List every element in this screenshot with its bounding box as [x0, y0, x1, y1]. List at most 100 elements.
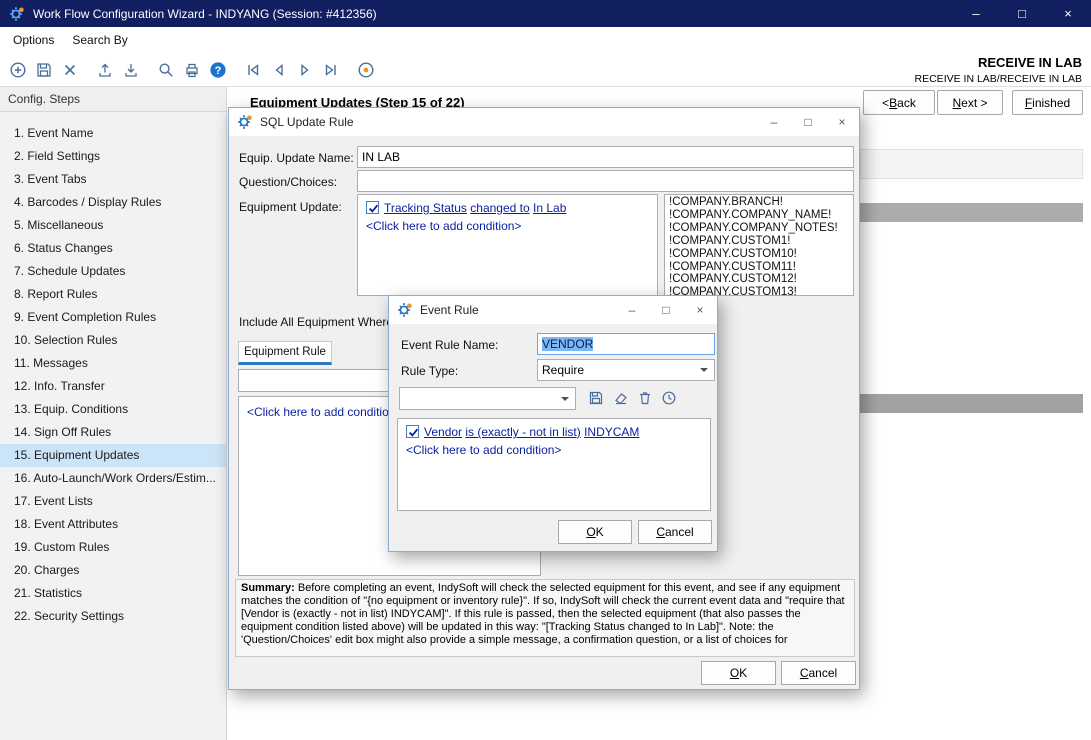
sidebar-item-schedule-updates[interactable]: 7. Schedule Updates: [0, 260, 226, 283]
sync-icon[interactable]: [353, 57, 379, 83]
search-icon[interactable]: [153, 57, 179, 83]
sidebar-item-report-rules[interactable]: 8. Report Rules: [0, 283, 226, 306]
background-grid-row: [860, 203, 1083, 222]
rule-field-link[interactable]: Tracking Status: [384, 201, 467, 215]
variable-item[interactable]: !COMPANY.CUSTOM10!: [669, 248, 849, 261]
cancel-button[interactable]: Cancel: [781, 661, 856, 685]
sidebar-item-miscellaneous[interactable]: 5. Miscellaneous: [0, 214, 226, 237]
question-choices-input[interactable]: [357, 170, 854, 192]
minimize-button[interactable]: –: [953, 0, 999, 27]
sidebar-item-event-completion-rules[interactable]: 9. Event Completion Rules: [0, 306, 226, 329]
button-label: B: [889, 96, 897, 110]
dialog-title: SQL Update Rule: [260, 115, 354, 129]
next-record-icon[interactable]: [292, 57, 318, 83]
maximize-button[interactable]: □: [999, 0, 1045, 27]
dialog-controls: – □ ×: [615, 296, 717, 324]
sidebar-item-statistics[interactable]: 21. Statistics: [0, 582, 226, 605]
close-button[interactable]: ×: [1045, 0, 1091, 27]
import-icon[interactable]: [118, 57, 144, 83]
sidebar-item-barcodes-display-rules[interactable]: 4. Barcodes / Display Rules: [0, 191, 226, 214]
update-name-input[interactable]: IN LAB: [357, 146, 854, 168]
add-icon[interactable]: [5, 57, 31, 83]
background-grid-row: [860, 149, 1083, 179]
maximize-icon: □: [1018, 6, 1026, 21]
sidebar-item-charges[interactable]: 20. Charges: [0, 559, 226, 582]
background-grid-row: [860, 394, 1083, 413]
sidebar-item-security-settings[interactable]: 22. Security Settings: [0, 605, 226, 628]
rule-value-link[interactable]: INDYCAM: [584, 425, 639, 439]
add-condition-link[interactable]: <Click here to add condition>: [406, 443, 561, 457]
minimize-button[interactable]: –: [757, 108, 791, 136]
maximize-button[interactable]: □: [791, 108, 825, 136]
sidebar-header: Config. Steps: [0, 87, 226, 112]
button-label: N: [952, 96, 961, 110]
variable-item[interactable]: !COMPANY.COMPANY_NAME!: [669, 209, 849, 222]
rule-enabled-checkbox[interactable]: [406, 425, 419, 438]
print-icon[interactable]: [179, 57, 205, 83]
sidebar-item-info-transfer[interactable]: 12. Info. Transfer: [0, 375, 226, 398]
menu-search-by[interactable]: Search By: [63, 29, 136, 51]
sidebar-item-messages[interactable]: 11. Messages: [0, 352, 226, 375]
last-record-icon[interactable]: [318, 57, 344, 83]
first-record-icon[interactable]: [240, 57, 266, 83]
tab-equipment-rule[interactable]: Equipment Rule: [238, 341, 332, 365]
rule-value-link[interactable]: In Lab: [533, 201, 566, 215]
button-label: K: [739, 666, 747, 680]
ok-button[interactable]: OK: [558, 520, 632, 544]
close-icon: ×: [696, 303, 703, 317]
rule-field-link[interactable]: Vendor: [424, 425, 462, 439]
close-button[interactable]: ×: [825, 108, 859, 136]
sidebar-item-event-lists[interactable]: 17. Event Lists: [0, 490, 226, 513]
sidebar-item-event-name[interactable]: 1. Event Name: [0, 122, 226, 145]
sidebar-item-selection-rules[interactable]: 10. Selection Rules: [0, 329, 226, 352]
sidebar-item-equipment-updates[interactable]: 15. Equipment Updates: [0, 444, 226, 467]
rule-operator-link[interactable]: is (exactly - not in list): [465, 425, 580, 439]
sidebar-item-custom-rules[interactable]: 19. Custom Rules: [0, 536, 226, 559]
dialog-titlebar: Event Rule – □ ×: [389, 296, 717, 324]
chevron-down-icon: [561, 397, 569, 401]
menu-options[interactable]: Options: [4, 29, 63, 51]
selected-text: VENDOR: [542, 337, 593, 351]
sidebar-item-status-changes[interactable]: 6. Status Changes: [0, 237, 226, 260]
minimize-button[interactable]: –: [615, 296, 649, 324]
variable-item[interactable]: !COMPANY.COMPANY_NOTES!: [669, 222, 849, 235]
saved-rule-combo[interactable]: [399, 387, 576, 410]
add-condition-link[interactable]: <Click here to add condition>: [366, 219, 521, 233]
dialog-controls: – □ ×: [757, 108, 859, 136]
export-icon[interactable]: [92, 57, 118, 83]
variable-item[interactable]: !COMPANY.CUSTOM12!: [669, 273, 849, 286]
next-button[interactable]: Next >: [937, 90, 1003, 115]
save-icon[interactable]: [587, 389, 605, 407]
save-icon[interactable]: [31, 57, 57, 83]
button-label: <: [882, 96, 889, 110]
rule-enabled-checkbox[interactable]: [366, 201, 379, 214]
variable-item[interactable]: !COMPANY.BRANCH!: [669, 196, 849, 209]
sidebar-items: 1. Event Name 2. Field Settings 3. Event…: [0, 122, 226, 628]
sidebar-item-event-tabs[interactable]: 3. Event Tabs: [0, 168, 226, 191]
back-button[interactable]: < Back: [863, 90, 935, 115]
ok-button[interactable]: OK: [701, 661, 776, 685]
eraser-icon[interactable]: [612, 389, 630, 407]
trash-icon[interactable]: [636, 389, 654, 407]
rule-type-select[interactable]: Require: [537, 359, 715, 381]
variable-item[interactable]: !COMPANY.CUSTOM1!: [669, 235, 849, 248]
add-condition-link[interactable]: <Click here to add condition>: [247, 405, 402, 419]
sidebar-item-field-settings[interactable]: 2. Field Settings: [0, 145, 226, 168]
sidebar-item-event-attributes[interactable]: 18. Event Attributes: [0, 513, 226, 536]
sidebar-item-auto-launch-work-orders[interactable]: 16. Auto-Launch/Work Orders/Estim...: [0, 467, 226, 490]
rule-operator-link[interactable]: changed to: [470, 201, 529, 215]
delete-icon[interactable]: [57, 57, 83, 83]
previous-record-icon[interactable]: [266, 57, 292, 83]
close-button[interactable]: ×: [683, 296, 717, 324]
sidebar-item-sign-off-rules[interactable]: 14. Sign Off Rules: [0, 421, 226, 444]
event-rule-name-input[interactable]: VENDOR: [537, 333, 715, 355]
cancel-button[interactable]: Cancel: [638, 520, 712, 544]
variable-item[interactable]: !COMPANY.CUSTOM11!: [669, 261, 849, 274]
history-clock-icon[interactable]: [660, 389, 678, 407]
sidebar-item-equip-conditions[interactable]: 13. Equip. Conditions: [0, 398, 226, 421]
finished-button[interactable]: Finished: [1012, 90, 1083, 115]
breadcrumb: RECEIVE IN LAB/RECEIVE IN LAB: [915, 73, 1082, 85]
maximize-button[interactable]: □: [649, 296, 683, 324]
help-icon[interactable]: ?: [205, 57, 231, 83]
window-titlebar: Work Flow Configuration Wizard - INDYANG…: [0, 0, 1091, 27]
